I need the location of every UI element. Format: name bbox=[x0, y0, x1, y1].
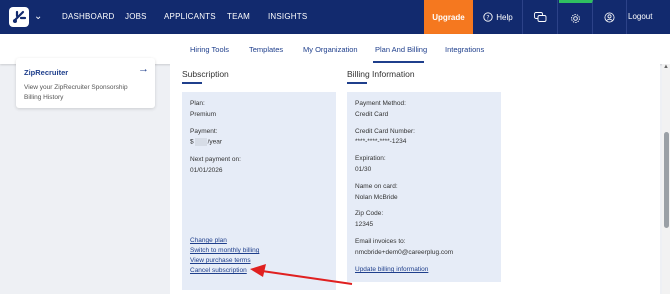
payment-value: $ /year bbox=[190, 138, 222, 146]
tab-my-organization[interactable]: My Organization bbox=[303, 45, 358, 54]
nav-team[interactable]: TEAM bbox=[227, 12, 250, 21]
upgrade-label: Upgrade bbox=[432, 12, 465, 22]
tab-templates[interactable]: Templates bbox=[249, 45, 283, 54]
plan-label: Plan: bbox=[190, 100, 205, 107]
subscription-heading: Subscription bbox=[182, 69, 229, 79]
subscription-box: Plan: Premium Payment: $ /year Next payme… bbox=[182, 92, 336, 290]
name-on-card-value: Nolan McBride bbox=[355, 194, 398, 201]
settings-button[interactable] bbox=[559, 0, 593, 34]
name-on-card-label: Name on card: bbox=[355, 183, 398, 190]
tab-hiring-tools[interactable]: Hiring Tools bbox=[190, 45, 229, 54]
redacted-amount bbox=[194, 138, 207, 146]
email-invoices-value: nmcbride+dem0@careerplug.com bbox=[355, 249, 454, 256]
tab-integrations[interactable]: Integrations bbox=[445, 45, 484, 54]
nav-jobs[interactable]: JOBS bbox=[125, 12, 147, 21]
zip-code-label: Zip Code: bbox=[355, 210, 384, 217]
payment-label: Payment: bbox=[190, 128, 218, 135]
nav-dashboard[interactable]: DASHBOARD bbox=[62, 12, 114, 21]
email-invoices-label: Email invoices to: bbox=[355, 238, 406, 245]
active-tab-indicator bbox=[373, 61, 424, 63]
switch-monthly-link[interactable]: Switch to monthly billing bbox=[190, 247, 259, 254]
nav-applicants[interactable]: APPLICANTS bbox=[164, 12, 216, 21]
billing-heading: Billing Information bbox=[347, 69, 415, 79]
top-navigation-bar: ⌄ DASHBOARD JOBS APPLICANTS TEAM INSIGHT… bbox=[0, 0, 670, 34]
next-payment-value: 01/01/2026 bbox=[190, 167, 223, 174]
chevron-down-icon[interactable]: ⌄ bbox=[34, 11, 42, 22]
payment-suffix: /year bbox=[207, 138, 223, 146]
help-button[interactable]: ? Help bbox=[474, 0, 523, 34]
user-circle-icon bbox=[604, 12, 615, 22]
tab-plan-and-billing[interactable]: Plan And Billing bbox=[375, 45, 427, 54]
card-title: ZipRecruiter bbox=[24, 68, 69, 77]
account-button[interactable] bbox=[593, 0, 627, 34]
help-label: Help bbox=[496, 12, 513, 22]
upgrade-button[interactable]: Upgrade bbox=[424, 0, 473, 34]
billing-heading-underline bbox=[347, 82, 367, 84]
logout-link[interactable]: Logout bbox=[628, 12, 652, 21]
expiration-value: 01/30 bbox=[355, 166, 372, 173]
gear-icon bbox=[571, 14, 580, 23]
next-payment-label: Next payment on: bbox=[190, 156, 241, 163]
scroll-up-arrow-icon[interactable]: ▲ bbox=[663, 64, 669, 70]
main-content-panel: Subscription Plan: Premium Payment: $ /ye… bbox=[170, 64, 660, 294]
careerplug-logo-icon[interactable] bbox=[8, 6, 32, 28]
zip-code-value: 12345 bbox=[355, 221, 374, 228]
chat-bubbles-icon bbox=[534, 11, 547, 22]
payment-method-label: Payment Method: bbox=[355, 100, 406, 107]
card-number-label: Credit Card Number: bbox=[355, 128, 415, 135]
cancel-subscription-link[interactable]: Cancel subscription bbox=[190, 267, 247, 274]
plan-value: Premium bbox=[190, 111, 217, 118]
messages-button[interactable] bbox=[524, 0, 558, 34]
purchase-terms-link[interactable]: View purchase terms bbox=[190, 257, 251, 264]
sponsorship-billing-card[interactable]: ZipRecruiter → View your ZipRecruiter Sp… bbox=[16, 58, 155, 108]
svg-text:?: ? bbox=[487, 14, 490, 21]
subscription-heading-underline bbox=[182, 82, 202, 84]
nav-insights[interactable]: INSIGHTS bbox=[268, 12, 307, 21]
update-billing-link[interactable]: Update billing information bbox=[355, 266, 428, 273]
payment-method-value: Credit Card bbox=[355, 111, 389, 118]
expiration-label: Expiration: bbox=[355, 155, 386, 162]
payment-prefix: $ bbox=[190, 138, 194, 146]
change-plan-link[interactable]: Change plan bbox=[190, 237, 227, 244]
arrow-right-icon[interactable]: → bbox=[138, 63, 149, 75]
question-circle-icon: ? bbox=[483, 12, 493, 22]
card-description: View your ZipRecruiter Sponsorship Billi… bbox=[24, 84, 128, 101]
scrollbar-thumb[interactable] bbox=[664, 132, 669, 228]
billing-box: Payment Method: Credit Card Credit Card … bbox=[347, 92, 501, 282]
card-number-value: ****-****-****-1234 bbox=[355, 138, 407, 145]
